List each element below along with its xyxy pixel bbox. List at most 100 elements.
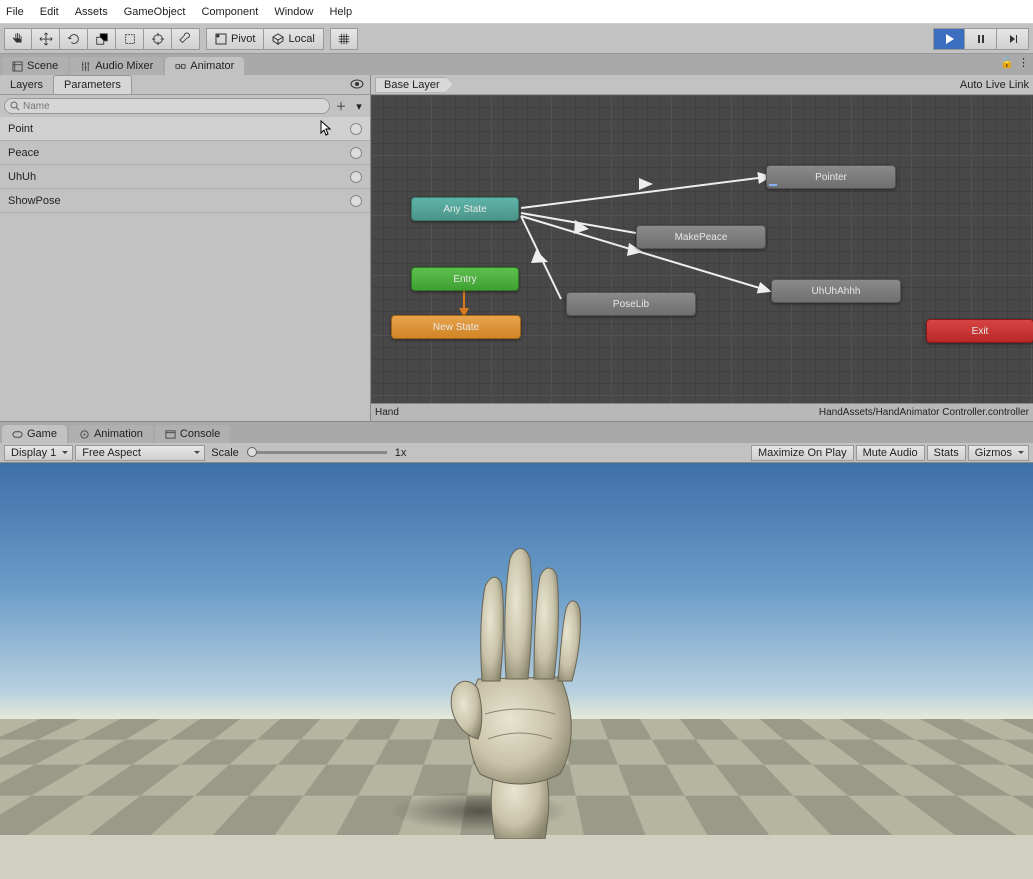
node-uhuhahhh[interactable]: UhUhAhhh [771,279,901,303]
transform-icon [151,32,165,46]
rotate-icon [67,32,81,46]
mute-audio-toggle[interactable]: Mute Audio [856,445,925,461]
pause-icon [975,33,987,45]
node-exit[interactable]: Exit [926,319,1033,343]
node-make-peace[interactable]: MakePeace [636,225,766,249]
rotate-tool[interactable] [60,28,88,50]
node-entry[interactable]: Entry [411,267,519,291]
parameter-toggle[interactable] [350,147,362,159]
parameter-toggle[interactable] [350,123,362,135]
menu-file[interactable]: File [6,6,24,18]
tab-game[interactable]: Game [2,425,67,443]
scale-slider[interactable] [247,451,387,454]
editor-tabs: Scene Audio Mixer Animator 🔓 ⋮ [0,54,1033,75]
gizmos-dropdown[interactable]: Gizmos [968,445,1029,461]
game-toolbar: Display 1 Free Aspect Scale 1x Maximize … [0,443,1033,463]
parameter-search-input[interactable] [4,98,330,114]
tab-animation-label: Animation [94,428,143,440]
state-graph[interactable]: Any State Entry New State Pointer MakePe… [371,95,1033,403]
game-view [0,463,1033,879]
wrench-icon [179,32,193,46]
parameter-label: Point [8,123,33,135]
rect-icon [123,32,137,46]
hand-tool[interactable] [4,28,32,50]
add-parameter-button[interactable]: ＋ [334,99,348,113]
menu-assets[interactable]: Assets [75,6,108,18]
lock-icon[interactable]: 🔓 [1000,56,1014,69]
node-pointer[interactable]: Pointer [766,165,896,189]
cursor-icon [320,120,334,138]
play-icon [943,33,955,45]
tab-console[interactable]: Console [155,425,230,443]
tab-menu-icon[interactable]: ⋮ [1018,56,1029,69]
move-tool[interactable] [32,28,60,50]
graph-panel: Base Layer Auto Live Link Any State Entr… [371,75,1033,421]
tab-audio-mixer[interactable]: Audio Mixer [70,57,163,75]
animator-icon [175,61,186,72]
menu-help[interactable]: Help [329,6,352,18]
menu-edit[interactable]: Edit [40,6,59,18]
parameter-label: UhUh [8,171,36,183]
tab-console-label: Console [180,428,220,440]
eye-icon[interactable] [350,77,364,91]
scale-icon [95,32,109,46]
snap-toggle[interactable] [330,28,358,50]
parameter-toggle[interactable] [350,195,362,207]
parameter-showpose[interactable]: ShowPose [0,189,370,213]
tab-scene[interactable]: Scene [2,57,68,75]
local-toggle[interactable]: Local [264,28,323,50]
footer-object-name: Hand [375,407,399,418]
pause-button[interactable] [965,28,997,50]
custom-tool[interactable] [172,28,200,50]
node-label: Pointer [815,172,847,183]
play-button[interactable] [933,28,965,50]
breadcrumb-base-layer[interactable]: Base Layer [375,77,453,93]
local-icon [272,33,284,45]
node-pose-lib[interactable]: PoseLib [566,292,696,316]
display-dropdown[interactable]: Display 1 [4,445,73,461]
search-icon [10,101,20,111]
auto-live-link-toggle[interactable]: Auto Live Link [960,79,1029,91]
menu-window[interactable]: Window [274,6,313,18]
local-label: Local [288,33,314,45]
pivot-icon [215,33,227,45]
menu-component[interactable]: Component [201,6,258,18]
grid-icon [337,32,351,46]
tab-animator-label: Animator [190,60,234,72]
parameter-toggle[interactable] [350,171,362,183]
add-parameter-dropdown[interactable]: ▾ [352,99,366,113]
pivot-toggle[interactable]: Pivot [206,28,264,50]
aspect-dropdown[interactable]: Free Aspect [75,445,205,461]
tab-scene-label: Scene [27,60,58,72]
parameters-tab[interactable]: Parameters [53,75,132,94]
lower-tabs: Game Animation Console [0,422,1033,443]
maximize-on-play-toggle[interactable]: Maximize On Play [751,445,854,461]
toolbar: Pivot Local [0,24,1033,54]
rect-tool[interactable] [116,28,144,50]
tab-game-label: Game [27,428,57,440]
scale-label: Scale [211,447,239,459]
animation-icon [79,429,90,440]
menu-bar: File Edit Assets GameObject Component Wi… [0,0,1033,24]
tab-animation[interactable]: Animation [69,425,153,443]
console-icon [165,429,176,440]
tab-animator[interactable]: Animator [165,57,244,75]
node-any-state[interactable]: Any State [411,197,519,221]
parameter-peace[interactable]: Peace [0,141,370,165]
scale-tool[interactable] [88,28,116,50]
tab-audio-label: Audio Mixer [95,60,153,72]
parameter-uhuh[interactable]: UhUh [0,165,370,189]
parameter-point[interactable]: Point [0,117,370,141]
step-icon [1007,33,1019,45]
game-icon [12,429,23,440]
stats-toggle[interactable]: Stats [927,445,966,461]
scale-value: 1x [395,447,407,459]
hand-model [440,539,600,839]
transform-tool[interactable] [144,28,172,50]
step-button[interactable] [997,28,1029,50]
menu-gameobject[interactable]: GameObject [124,6,186,18]
pivot-label: Pivot [231,33,255,45]
footer-asset-path: HandAssets/HandAnimator Controller.contr… [819,407,1029,418]
layers-tab[interactable]: Layers [0,76,53,94]
node-new-state[interactable]: New State [391,315,521,339]
